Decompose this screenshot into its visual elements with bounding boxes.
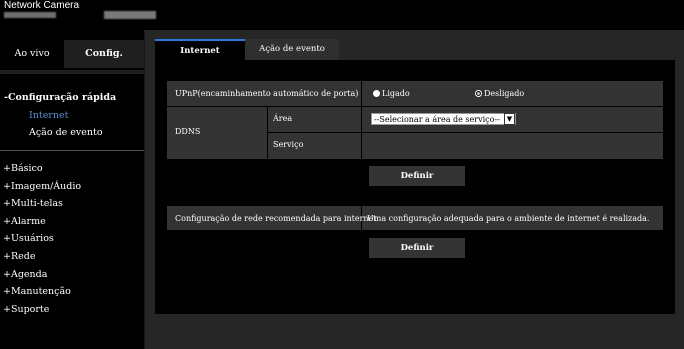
- upnp-off-label: Desligado: [484, 89, 525, 98]
- menu-network[interactable]: +Rede: [3, 248, 81, 266]
- upnp-off-radio[interactable]: Desligado: [475, 89, 524, 98]
- tab-live[interactable]: Ao vivo: [0, 40, 64, 68]
- tab-internet[interactable]: Internet: [155, 39, 245, 60]
- menu-basic[interactable]: +Básico: [3, 160, 81, 178]
- blurred-brand-subtitle: [4, 12, 56, 18]
- menu-alarm[interactable]: +Alarme: [3, 213, 81, 231]
- sidebar: Ao vivo Config. -Configuração rápida Int…: [0, 30, 144, 349]
- brand-label: Network Camera: [4, 0, 80, 11]
- ddns-area-select[interactable]: --Selecionar a área de serviço-- ▼: [371, 113, 516, 125]
- radio-dot-icon: [373, 90, 380, 97]
- define-button-2[interactable]: Definir: [369, 238, 465, 258]
- menu-image-audio[interactable]: +Imagem/Áudio: [3, 178, 81, 196]
- sidebar-tabs: Ao vivo Config.: [0, 30, 144, 68]
- ddns-row-divider: [268, 132, 663, 133]
- upnp-on-label: Ligado: [382, 89, 410, 98]
- sidebar-menu: +Básico +Imagem/Áudio +Multi-telas +Alar…: [3, 160, 81, 318]
- header-bar: Network Camera: [0, 0, 684, 30]
- ddns-label: DDNS: [175, 127, 201, 136]
- menu-multi-screen[interactable]: +Multi-telas: [3, 195, 81, 213]
- quick-item-internet[interactable]: Internet: [29, 110, 68, 121]
- col-divider: [361, 81, 362, 159]
- upnp-label: UPnP(encaminhamento automático de porta): [175, 89, 359, 98]
- main-tabbar: Internet Ação de evento: [155, 36, 675, 60]
- menu-maintenance[interactable]: +Manutenção: [3, 283, 81, 301]
- radio-selected-icon: [475, 90, 482, 97]
- menu-users[interactable]: +Usuários: [3, 230, 81, 248]
- quick-setup-title: -Configuração rápida: [4, 92, 117, 103]
- sidebar-band: [0, 70, 144, 74]
- menu-support[interactable]: +Suporte: [3, 301, 81, 319]
- blurred-model-name: [104, 11, 156, 19]
- ddns-area-label: Área: [273, 114, 293, 123]
- recommended-value: Uma configuração adequada para o ambient…: [367, 214, 650, 223]
- quick-item-event-action[interactable]: Ação de evento: [29, 127, 103, 138]
- row-divider: [167, 106, 663, 107]
- ddns-service-label: Serviço: [273, 140, 304, 149]
- sidebar-divider: [0, 150, 144, 151]
- main-content: Internet Ação de evento UPnP(encaminhame…: [145, 30, 684, 349]
- tab-config[interactable]: Config.: [64, 40, 144, 68]
- ddns-col-divider: [267, 107, 268, 159]
- chevron-down-icon: ▼: [504, 113, 515, 125]
- tab-event-action[interactable]: Ação de evento: [245, 39, 339, 60]
- settings-panel: UPnP(encaminhamento automático de porta)…: [155, 60, 675, 314]
- ddns-area-value: --Selecionar a área de serviço--: [374, 115, 500, 124]
- menu-schedule[interactable]: +Agenda: [3, 266, 81, 284]
- define-button-1[interactable]: Definir: [369, 166, 465, 186]
- upnp-on-radio[interactable]: Ligado: [373, 89, 410, 98]
- recommended-label: Configuração de rede recomendada para in…: [175, 214, 377, 223]
